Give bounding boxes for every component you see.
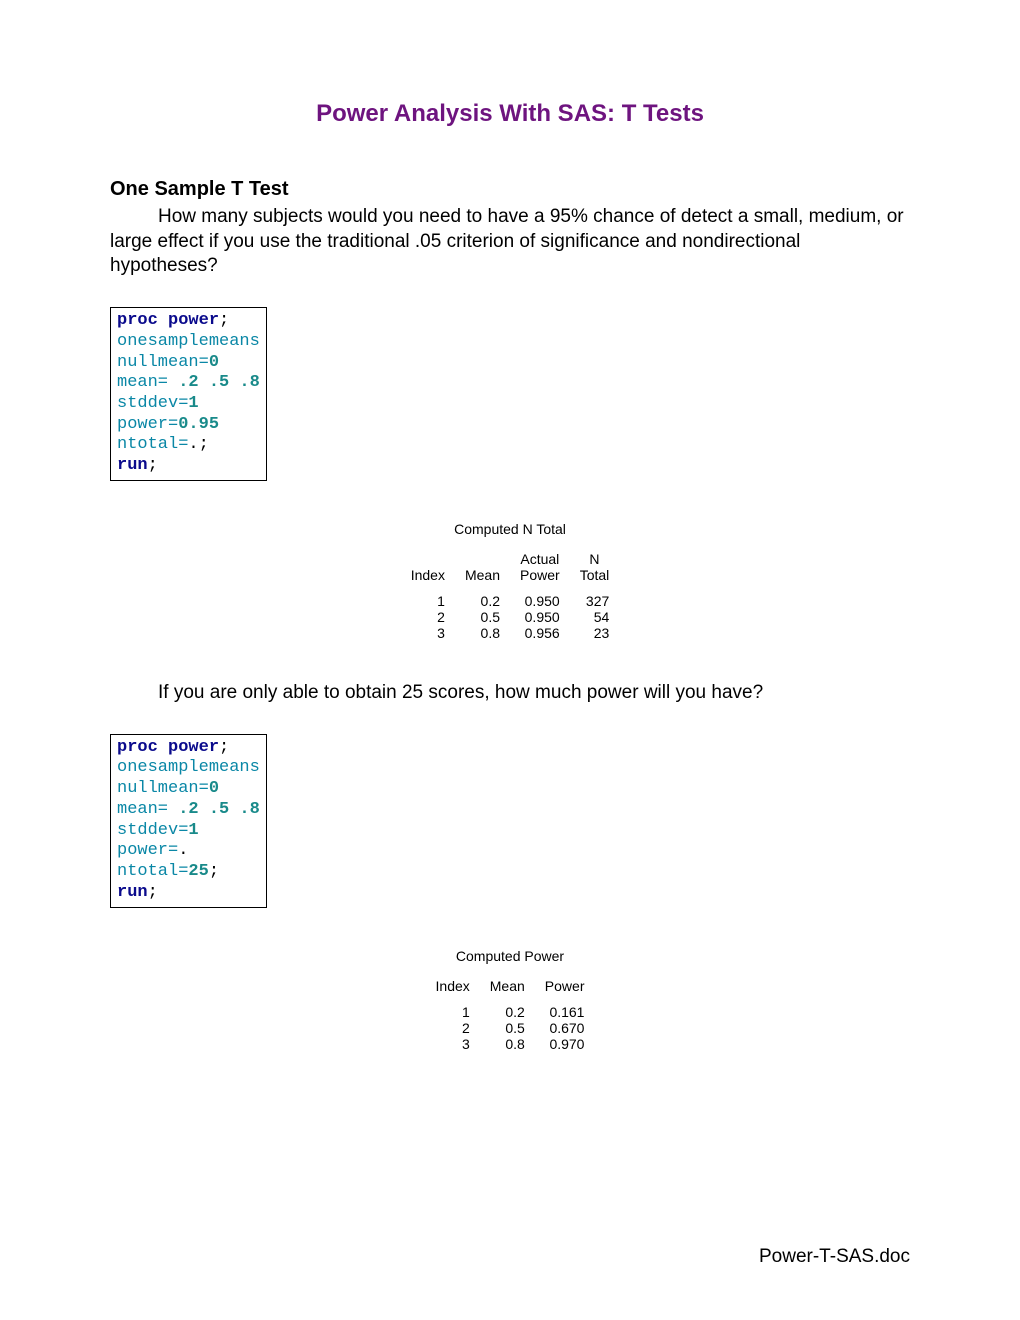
col-ntotal: NTotal bbox=[570, 551, 620, 593]
document-page: Power Analysis With SAS: T Tests One Sam… bbox=[0, 0, 1020, 1052]
code-option: power= bbox=[117, 841, 178, 860]
page-title: Power Analysis With SAS: T Tests bbox=[110, 100, 910, 128]
code-value: . bbox=[178, 841, 188, 860]
col-power: Power bbox=[535, 978, 595, 1004]
table-row: 2 0.5 0.670 bbox=[426, 1020, 595, 1036]
code-keyword-run: run bbox=[117, 456, 148, 475]
output-title: Computed Power bbox=[410, 948, 610, 964]
code-option: nullmean= bbox=[117, 779, 209, 798]
output-title: Computed N Total bbox=[365, 521, 655, 537]
paragraph-2: If you are only able to obtain 25 scores… bbox=[110, 681, 910, 706]
code-value: 0.95 bbox=[178, 415, 219, 434]
table-row: 1 0.2 0.161 bbox=[426, 1004, 595, 1020]
output-block-2: Computed Power Index Mean Power 1 0.2 0.… bbox=[110, 948, 910, 1052]
code-value: 0 bbox=[209, 779, 219, 798]
code-value: 1 bbox=[188, 394, 198, 413]
table-row: 1 0.2 0.950 327 bbox=[401, 593, 620, 609]
code-option: power= bbox=[117, 415, 178, 434]
output-block-1: Computed N Total Index Mean ActualPower … bbox=[110, 521, 910, 641]
paragraph-text: If you are only able to obtain 25 scores… bbox=[158, 682, 763, 703]
code-block-2: proc power; onesamplemeans nullmean=0 me… bbox=[110, 734, 267, 908]
code-value: 25 bbox=[188, 862, 208, 881]
code-option: mean= bbox=[117, 373, 178, 392]
col-mean: Mean bbox=[455, 551, 510, 593]
code-option: stddev= bbox=[117, 394, 188, 413]
code-value: .2 .5 .8 bbox=[178, 800, 260, 819]
table-row: 3 0.8 0.956 23 bbox=[401, 625, 620, 641]
section-heading: One Sample T Test bbox=[110, 178, 910, 201]
code-value: 1 bbox=[188, 821, 198, 840]
output-table-1: Index Mean ActualPower NTotal 1 0.2 0.95… bbox=[401, 551, 620, 641]
output-table-2: Index Mean Power 1 0.2 0.161 2 0.5 0.670… bbox=[426, 978, 595, 1052]
code-option: ntotal= bbox=[117, 435, 188, 454]
col-mean: Mean bbox=[480, 978, 535, 1004]
code-keyword-proc: proc power bbox=[117, 311, 219, 330]
code-option: onesamplemeans bbox=[117, 332, 260, 351]
footer-filename: Power-T-SAS.doc bbox=[759, 1246, 910, 1268]
code-value: .2 .5 .8 bbox=[178, 373, 260, 392]
intro-paragraph: How many subjects would you need to have… bbox=[110, 205, 910, 279]
code-option: onesamplemeans bbox=[117, 758, 260, 777]
code-value: 0 bbox=[209, 353, 219, 372]
col-index: Index bbox=[401, 551, 455, 593]
table-row: 2 0.5 0.950 54 bbox=[401, 609, 620, 625]
code-block-1: proc power; onesamplemeans nullmean=0 me… bbox=[110, 307, 267, 481]
code-value: . bbox=[188, 435, 198, 454]
col-index: Index bbox=[426, 978, 480, 1004]
table-header-row: Index Mean ActualPower NTotal bbox=[401, 551, 620, 593]
code-option: mean= bbox=[117, 800, 178, 819]
code-keyword-proc: proc power bbox=[117, 738, 219, 757]
code-option: stddev= bbox=[117, 821, 188, 840]
code-option: ntotal= bbox=[117, 862, 188, 881]
table-header-row: Index Mean Power bbox=[426, 978, 595, 1004]
paragraph-text: How many subjects would you need to have… bbox=[110, 206, 904, 276]
code-option: nullmean= bbox=[117, 353, 209, 372]
col-power: ActualPower bbox=[510, 551, 570, 593]
code-keyword-run: run bbox=[117, 883, 148, 902]
table-row: 3 0.8 0.970 bbox=[426, 1036, 595, 1052]
